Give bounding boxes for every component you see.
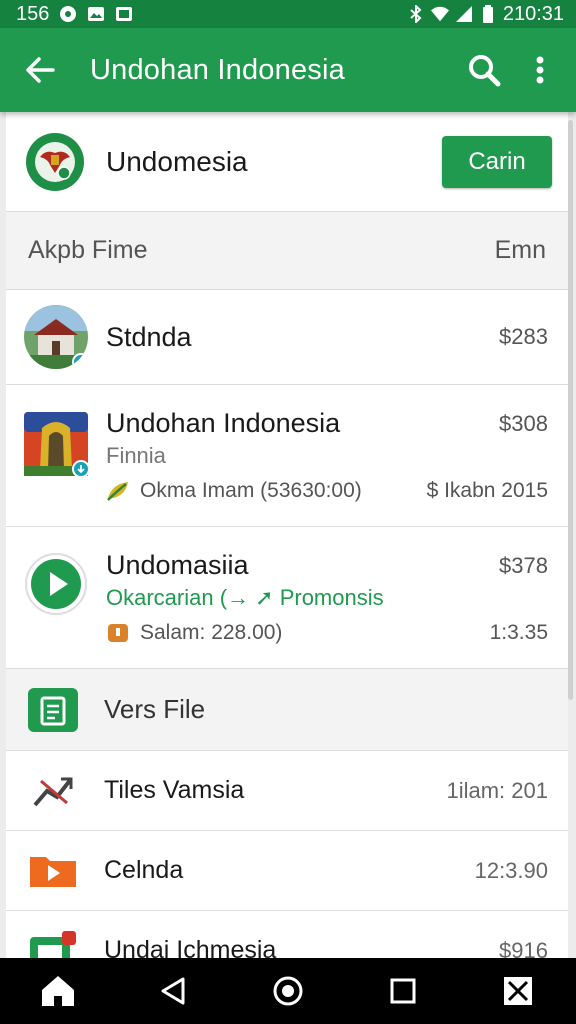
section-header: Akpb Fime Emn: [6, 212, 568, 290]
item-meta-right: $ Ikabn 2015: [426, 479, 548, 502]
recents-button[interactable]: [373, 961, 433, 1021]
play-icon: [25, 552, 87, 615]
verified-badge-icon: [72, 353, 88, 369]
image-notification-icon: [87, 5, 105, 23]
notification-circle-icon: [59, 5, 77, 23]
document-icon: [28, 687, 78, 732]
search-icon: [469, 55, 501, 87]
bluetooth-icon: [407, 5, 425, 23]
file-row[interactable]: Celnda 12:3.90: [6, 831, 568, 911]
signal-icon: [455, 5, 473, 23]
item-meta-left: Salam: 228.00): [140, 621, 283, 644]
arrow-left-icon: [26, 57, 55, 83]
back-button[interactable]: [10, 40, 70, 100]
back-nav-button[interactable]: [143, 961, 203, 1021]
item-title: Stdnda: [106, 321, 192, 352]
battery-icon: [479, 5, 497, 23]
status-left-text: 156: [16, 2, 50, 25]
circle-icon: [273, 976, 303, 1006]
item-price: $378: [499, 552, 548, 578]
garuda-emblem-icon: [26, 132, 84, 191]
square-icon: [390, 978, 416, 1004]
files-section-header: Vers File: [6, 669, 568, 751]
section-header-right: Emn: [494, 236, 546, 264]
temple-thumbnail: [24, 411, 90, 478]
close-box-icon: [504, 977, 533, 1005]
item-meta: Okma Imam (53630:00) $ Ikabn 2015: [106, 479, 548, 503]
home-button[interactable]: [28, 961, 88, 1021]
file-title: Tiles Vamsia: [104, 776, 245, 804]
app-tile-icon: [28, 929, 78, 958]
close-all-button[interactable]: [488, 961, 548, 1021]
carin-button[interactable]: Carin: [442, 135, 552, 188]
status-bar: 156 210:31: [0, 0, 576, 28]
item-meta-left: Okma Imam (53630:00): [140, 479, 362, 502]
app-bar: Undohan Indonesia: [0, 28, 576, 112]
app-title: Undohan Indonesia: [90, 53, 345, 86]
status-right: 210:31: [407, 3, 564, 26]
item-subtitle: Finnia: [106, 443, 166, 468]
file-title: Undai Ichmesia: [104, 936, 277, 958]
item-price: $283: [499, 324, 548, 349]
back-triangle-icon: [161, 977, 185, 1005]
building-thumbnail: [24, 305, 88, 369]
system-nav-bar: [0, 958, 576, 1024]
item-meta-right: 1:3.35: [489, 621, 548, 644]
item-title: Undohan Indonesia: [106, 408, 341, 438]
play-thumbnail: [24, 552, 88, 616]
item-title-line: Stdnda $283: [106, 322, 548, 353]
profile-name: Undomesia: [106, 145, 248, 177]
wifi-icon: [430, 5, 449, 23]
file-meta: 12:3.90: [474, 857, 548, 883]
more-vert-icon: [536, 56, 544, 84]
content-list[interactable]: Undomesia Carin Akpb Fime Emn Stdnda $28…: [6, 112, 568, 958]
file-meta: $916: [499, 937, 548, 959]
item-body: Stdnda $283: [106, 322, 548, 353]
search-button[interactable]: [456, 42, 512, 98]
more-options-button[interactable]: [512, 42, 568, 98]
list-item[interactable]: Stdnda $283: [6, 290, 568, 385]
file-meta: 1ilam: 201: [446, 777, 548, 803]
item-title: Undomasiia: [106, 550, 249, 580]
item-meta: Salam: 228.00) 1:3.35: [106, 621, 548, 645]
profile-header: Undomesia Carin: [6, 112, 568, 212]
shield-badge-icon: [106, 621, 130, 645]
item-title-line: Undohan Indonesia $308: [106, 408, 548, 439]
folder-icon: [28, 849, 78, 893]
status-time: 210:31: [502, 2, 564, 25]
item-price: $308: [499, 410, 548, 436]
leaf-icon: [106, 479, 130, 503]
files-section-title: Vers File: [104, 694, 206, 724]
item-body: Undohan Indonesia $308 Finnia Okma Imam …: [106, 408, 548, 503]
file-row[interactable]: Tiles Vamsia 1ilam: 201: [6, 751, 568, 831]
file-row[interactable]: Undai Ichmesia $916: [6, 911, 568, 958]
chart-icon: [28, 769, 78, 813]
list-item[interactable]: Undomasiia $378 Okarcarian (→ ➚ Promonsi…: [6, 527, 568, 669]
file-title: Celnda: [104, 856, 184, 884]
gallery-notification-icon: [115, 5, 133, 23]
section-header-left: Akpb Fime: [28, 236, 148, 264]
overview-button[interactable]: [258, 961, 318, 1021]
item-title-line: Undomasiia $378: [106, 550, 548, 581]
home-icon: [41, 976, 74, 1006]
status-left: 156: [16, 3, 133, 26]
app-actions: [456, 42, 568, 98]
verified-badge-icon: [72, 459, 90, 478]
item-subtitle: Okarcarian (→ ➚ Promonsis: [106, 585, 384, 610]
scrollbar[interactable]: [568, 120, 573, 700]
item-body: Undomasiia $378 Okarcarian (→ ➚ Promonsi…: [106, 550, 548, 645]
list-item[interactable]: Undohan Indonesia $308 Finnia Okma Imam …: [6, 385, 568, 527]
